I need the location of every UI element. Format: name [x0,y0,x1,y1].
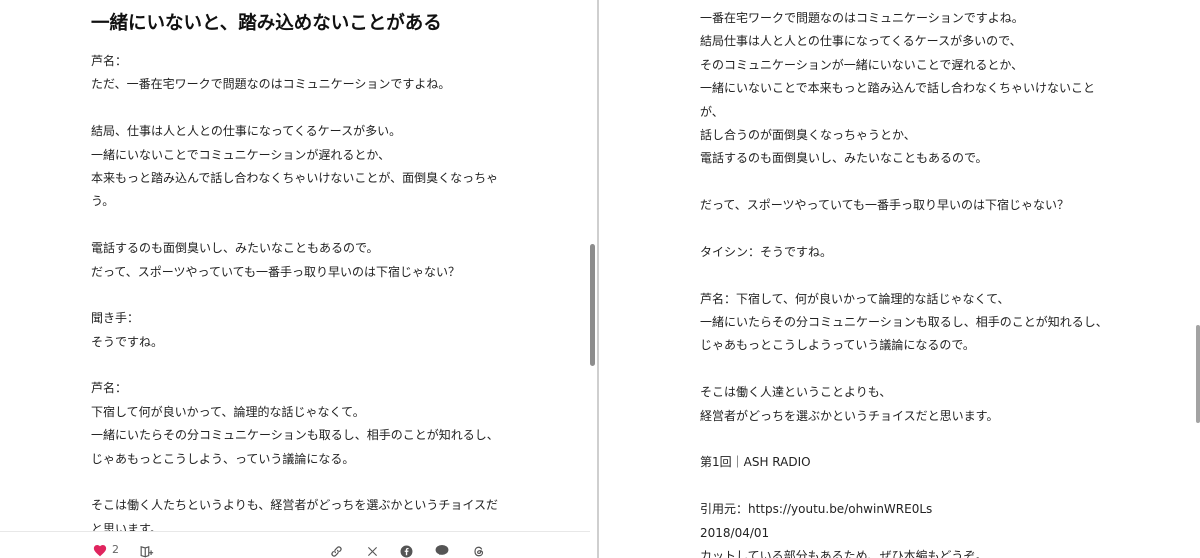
body-line: 芦名： [91,381,128,396]
body-line: ただ、一番在宅ワークで問題なのはコミュニケーションですよね。 [91,77,451,92]
body-line: そこは働く人達ということよりも、 [700,385,892,400]
body-line: そこは働く人たちというよりも、経営者がどっちを選ぶかというチョイスだ [91,498,499,513]
body-line [700,428,1120,451]
body-line: 電話するのも面倒臭いし、みたいなこともあるので。 [700,151,988,166]
link-icon[interactable] [328,544,344,558]
left-article-body: 芦名： ただ、一番在宅ワークで問題なのはコミュニケーションですよね。 結局、仕事は人… [91,50,499,541]
body-line: 引用元：https://youtu.be/ohwinWRE0Ls [700,502,933,517]
threads-icon[interactable] [471,544,487,558]
body-line: だって、スポーツやっていても一番手っ取り早いのは下宿じゃない？ [91,264,461,279]
body-line [91,354,491,377]
body-line [91,471,491,494]
body-line: 一緒にいないことで本来もっと踏み込んで話し合わなくちゃいけないこと [700,81,1096,96]
body-line: が、 [700,104,724,119]
body-line: じゃあもっとこうしよう、っていう議論になる。 [91,451,355,466]
body-line: 結局、仕事は人と人との仕事になってくるケースが多い。 [91,124,402,139]
body-line: だって、スポーツやっていても一番手っ取り早いのは下宿じゃない？ [700,198,1070,213]
body-line: 聞き手： [91,311,140,326]
body-line: じゃあもっとこうしようっていう議論になるので。 [700,338,975,353]
section-heading: 一緒にいないと、踏み込めないことがある [91,13,442,34]
body-line: 経営者がどっちを選ぶかというチョイスだと思います。 [700,408,999,423]
body-line: 芦名：下宿して、何が良いかって論理的な話じゃなくて、 [700,291,1010,306]
body-line: 一番在宅ワークで問題なのはコミュニケーションですよね。 [700,11,1024,25]
body-line: そうですね。 [91,334,164,349]
body-line [91,284,491,307]
x-icon[interactable] [364,544,380,558]
body-line [700,475,1120,498]
right-article-pane: 一番在宅ワークで問題なのはコミュニケーションですよね。 結局仕事は人と人との仕事に… [599,0,1200,558]
body-line: 一緒にいたらその分コミュニケーションも取るし、相手のことが知れるし、 [91,428,499,443]
body-line: タイシン：そうですね。 [700,244,833,259]
body-line [91,214,491,237]
right-article-body: 一番在宅ワークで問題なのはコミュニケーションですよね。 結局仕事は人と人との仕事に… [700,7,1120,558]
body-line [700,358,1120,381]
body-line [700,264,1120,287]
line-icon[interactable] [434,543,450,557]
body-line [700,218,1120,241]
body-line: 下宿して何が良いかって、論理的な話じゃなくて。 [91,404,365,419]
like-count: 2 [112,543,119,556]
body-line: 2018/04/01 [700,525,770,540]
body-line: そのコミュニケーションが一緒にいないことで遅れるとか、 [700,57,1024,72]
body-line: 話し合うのが面倒臭くなっちゃうとか、 [700,127,916,142]
body-line: 本来もっと踏み込んで話し合わなくちゃいけないことが、面倒臭くなっちゃ [91,170,499,185]
heart-icon[interactable] [92,543,108,557]
body-line: カットしている部分もあるため、ぜひ本編もどうぞ。 [700,548,988,558]
body-line: 一緒にいたらその分コミュニケーションも取るし、相手のことが知れるし、 [700,315,1108,330]
body-line: 電話するのも面倒臭いし、みたいなこともあるので。 [91,241,379,256]
right-scrollbar-thumb[interactable] [1196,325,1200,423]
left-article-pane: 一緒にいないと、踏み込めないことがある 芦名： ただ、一番在宅ワークで問題なのはコ… [0,0,597,558]
facebook-icon[interactable] [398,544,414,558]
body-line: 結局仕事は人と人との仕事になってくるケースが多いので、 [700,34,1022,49]
body-line [700,171,1120,194]
body-line: 芦名： [91,54,128,68]
article-action-bar: 2 [0,531,590,558]
body-line [91,97,491,120]
body-line: う。 [91,194,115,209]
left-scrollbar-thumb[interactable] [590,244,595,366]
body-line: 一緒にいないことでコミュニケーションが遅れるとか、 [91,147,391,162]
body-line: 第1回｜ASH RADIO [700,455,811,470]
magazine-add-icon[interactable] [139,544,155,558]
